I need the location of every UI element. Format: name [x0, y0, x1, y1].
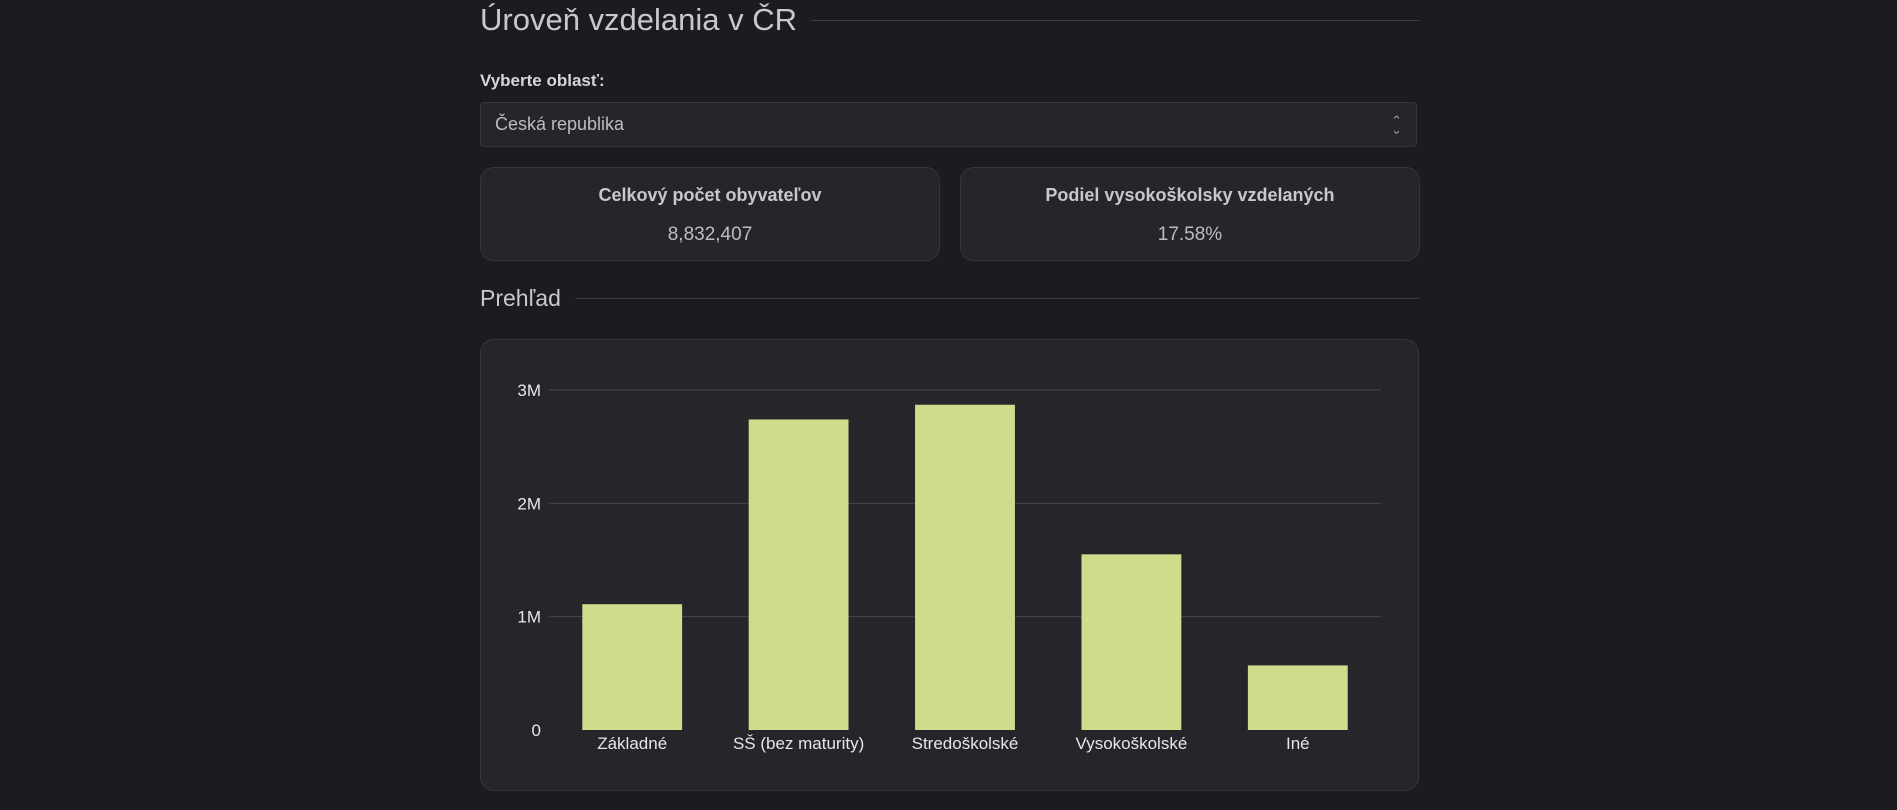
title-divider — [811, 19, 1419, 21]
overview-header: Prehľad — [480, 285, 1419, 312]
y-tick-label: 2M — [517, 494, 541, 513]
x-category-label: Stredoškolské — [912, 734, 1019, 753]
population-label: Celkový počet obyvateľov — [598, 185, 822, 205]
region-select-label: Vyberte oblasť: — [480, 71, 605, 90]
bar — [582, 604, 683, 730]
region-select-value: Česká republika — [495, 114, 625, 134]
bar — [748, 419, 849, 730]
university-share-card: Podiel vysokoškolsky vzdelaných 17.58% — [960, 167, 1420, 261]
x-category-label: SŠ (bez maturity) — [733, 734, 864, 753]
overview-title: Prehľad — [480, 285, 561, 311]
bar — [1247, 665, 1348, 730]
bar — [1081, 554, 1182, 730]
region-select[interactable]: Česká republika ⌃ ⌄ — [480, 102, 1417, 147]
chevron-up-down-icon: ⌃ ⌄ — [1391, 112, 1402, 137]
chart-container: 0 1M 2M 3M Základné SŠ (bez maturity) Stredošk… — [480, 339, 1419, 791]
x-category-label: Iné — [1286, 734, 1310, 753]
university-share-label: Podiel vysokoškolsky vzdelaných — [1045, 185, 1335, 205]
x-category-label: Základné — [597, 734, 667, 753]
y-tick-label: 1M — [517, 608, 541, 627]
bar — [915, 404, 1015, 730]
overview-divider — [574, 298, 1419, 299]
bar-chart: 0 1M 2M 3M Základné SŠ (bez maturity) Stredošk… — [517, 381, 1381, 753]
page-header: Úroveň vzdelania v ČR — [480, 2, 1419, 38]
population-value: 8,832,407 — [667, 224, 753, 245]
population-card: Celkový počet obyvateľov 8,832,407 — [480, 167, 940, 261]
x-category-label: Vysokoškolské — [1075, 734, 1187, 753]
y-tick-label: 3M — [517, 381, 541, 400]
university-share-value: 17.58% — [1157, 224, 1223, 245]
page-title: Úroveň vzdelania v ČR — [480, 2, 798, 37]
y-tick-label: 0 — [532, 721, 541, 740]
